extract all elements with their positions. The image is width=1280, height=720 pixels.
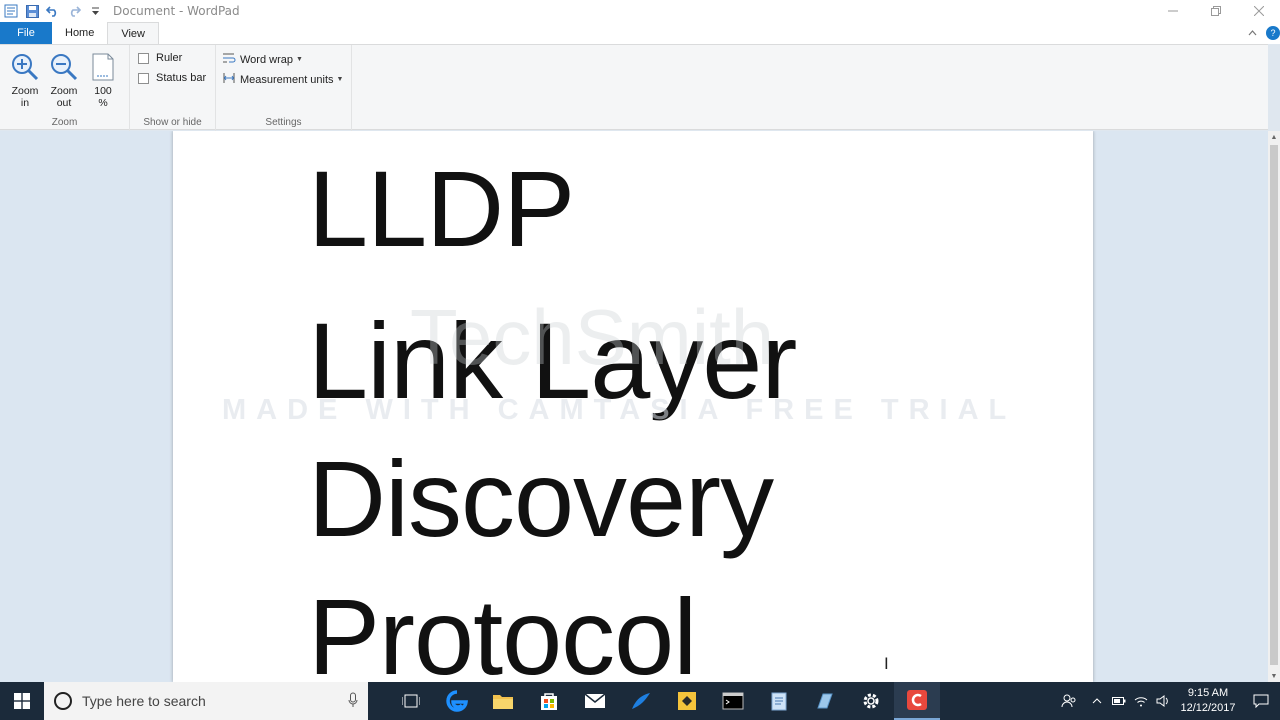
word-wrap-caret-icon: ▼: [295, 56, 303, 63]
camtasia-watermark-text: MADE WITH CAMTASIA FREE TRIAL: [222, 394, 1017, 426]
measurement-units-caret-icon: ▼: [336, 76, 344, 83]
start-button[interactable]: [0, 682, 44, 720]
help-icon[interactable]: ?: [1266, 26, 1280, 40]
title-bar: Document - WordPad: [0, 0, 1280, 22]
app-icon[interactable]: [618, 682, 664, 720]
zoom-in-label-2: in: [20, 97, 30, 109]
task-view-icon[interactable]: [388, 682, 434, 720]
zoom-out-button[interactable]: Zoom out: [45, 49, 83, 111]
redo-icon[interactable]: [65, 2, 83, 20]
action-center-icon[interactable]: [1242, 682, 1280, 720]
taskbar-search-box[interactable]: Type here to search: [44, 682, 368, 720]
tab-file[interactable]: File: [0, 22, 52, 44]
settings-icon[interactable]: [848, 682, 894, 720]
camtasia-icon[interactable]: [894, 682, 940, 720]
wordpad-app-icon[interactable]: [2, 2, 20, 20]
ruler-label: Ruler: [156, 52, 183, 64]
measurement-units-label: Measurement units: [240, 73, 334, 86]
show-hide-group-label: Show or hide: [143, 117, 202, 128]
people-icon[interactable]: [1052, 682, 1086, 720]
customize-qat-icon[interactable]: [86, 2, 104, 20]
search-placeholder: Type here to search: [82, 693, 206, 709]
ribbon-tabs: File Home View ?: [0, 22, 1280, 44]
windows-logo-icon: [14, 693, 30, 709]
word-wrap-label: Word wrap: [240, 53, 293, 66]
save-icon[interactable]: [23, 2, 41, 20]
files-icon[interactable]: [664, 682, 710, 720]
vertical-scrollbar[interactable]: ▲ ▼: [1268, 131, 1280, 682]
document-line-1[interactable]: LLDP: [308, 155, 575, 263]
zoom-in-label-1: Zoom: [11, 85, 39, 97]
settings-group: Word wrap ▼ Measurement units ▼ Settings: [216, 45, 352, 131]
mail-icon[interactable]: [572, 682, 618, 720]
measurement-units-icon: [222, 72, 236, 87]
system-tray: 9:15 AM 12/12/2017: [1052, 682, 1280, 720]
zoom-out-label-1: Zoom: [50, 85, 78, 97]
scrollbar-thumb[interactable]: [1270, 145, 1278, 665]
show-hidden-icons-chevron-icon[interactable]: [1086, 682, 1108, 720]
ribbon-panel: Zoom in Zoom out 100 % Zoom Ruler Status…: [0, 44, 1268, 131]
show-hide-group: Ruler Status bar Show or hide: [130, 45, 216, 131]
zoom-in-button[interactable]: Zoom in: [6, 49, 44, 111]
tab-view[interactable]: View: [107, 22, 159, 44]
close-button[interactable]: [1237, 0, 1280, 22]
clock-date: 12/12/2017: [1180, 702, 1236, 714]
microphone-icon[interactable]: [348, 692, 358, 713]
file-explorer-icon[interactable]: [480, 682, 526, 720]
wordpad-window: Document - WordPad File Home View ? Zoom…: [0, 0, 1280, 720]
status-bar-checkbox[interactable]: Status bar: [138, 72, 206, 84]
window-controls: [1151, 0, 1280, 22]
notepad-icon[interactable]: [756, 682, 802, 720]
scroll-down-icon[interactable]: ▼: [1268, 670, 1280, 682]
minimize-button[interactable]: [1151, 0, 1194, 22]
document-line-3[interactable]: Discovery: [308, 445, 774, 553]
scroll-up-icon[interactable]: ▲: [1268, 131, 1280, 143]
page-100-icon: [84, 49, 122, 85]
window-title: Document - WordPad: [113, 4, 240, 18]
zoom-out-icon: [45, 49, 83, 85]
text-cursor-icon: I: [884, 654, 889, 673]
taskbar-clock[interactable]: 9:15 AM 12/12/2017: [1178, 686, 1238, 716]
store-icon[interactable]: [526, 682, 572, 720]
cortana-icon: [54, 692, 72, 710]
ribbon-right-controls: ?: [1242, 22, 1280, 44]
restore-button[interactable]: [1194, 0, 1237, 22]
taskbar: Type here to search 9:15 AM 12/12/2017: [0, 682, 1280, 720]
app2-icon[interactable]: [802, 682, 848, 720]
word-wrap-dropdown[interactable]: Word wrap ▼: [222, 52, 303, 67]
battery-icon[interactable]: [1108, 682, 1130, 720]
wifi-icon[interactable]: [1130, 682, 1152, 720]
collapse-ribbon-icon[interactable]: [1242, 30, 1262, 36]
clock-time: 9:15 AM: [1187, 687, 1229, 699]
undo-icon[interactable]: [44, 2, 62, 20]
status-bar-label: Status bar: [156, 72, 207, 84]
settings-group-label: Settings: [265, 117, 302, 128]
tab-home[interactable]: Home: [52, 22, 107, 44]
zoom-100-button[interactable]: 100 %: [84, 49, 122, 111]
zoom-100-label-1: 100: [94, 85, 112, 97]
zoom-out-label-2: out: [56, 97, 72, 109]
measurement-units-dropdown[interactable]: Measurement units ▼: [222, 72, 343, 87]
zoom-group: Zoom in Zoom out 100 % Zoom: [0, 45, 130, 131]
zoom-in-icon: [6, 49, 44, 85]
quick-access-toolbar: [0, 2, 107, 20]
ruler-checkbox[interactable]: Ruler: [138, 52, 182, 64]
ruler-checkbox-box[interactable]: [138, 52, 149, 64]
volume-icon[interactable]: [1152, 682, 1174, 720]
document-line-4[interactable]: Protocol: [308, 583, 697, 683]
zoom-group-label: Zoom: [51, 117, 78, 128]
word-wrap-icon: [222, 52, 236, 67]
status-bar-checkbox-box[interactable]: [138, 72, 149, 84]
terminal-icon[interactable]: [710, 682, 756, 720]
zoom-100-label-2: %: [98, 97, 108, 109]
edge-icon[interactable]: [434, 682, 480, 720]
techsmith-watermark-logo: TechSmith: [410, 293, 775, 381]
